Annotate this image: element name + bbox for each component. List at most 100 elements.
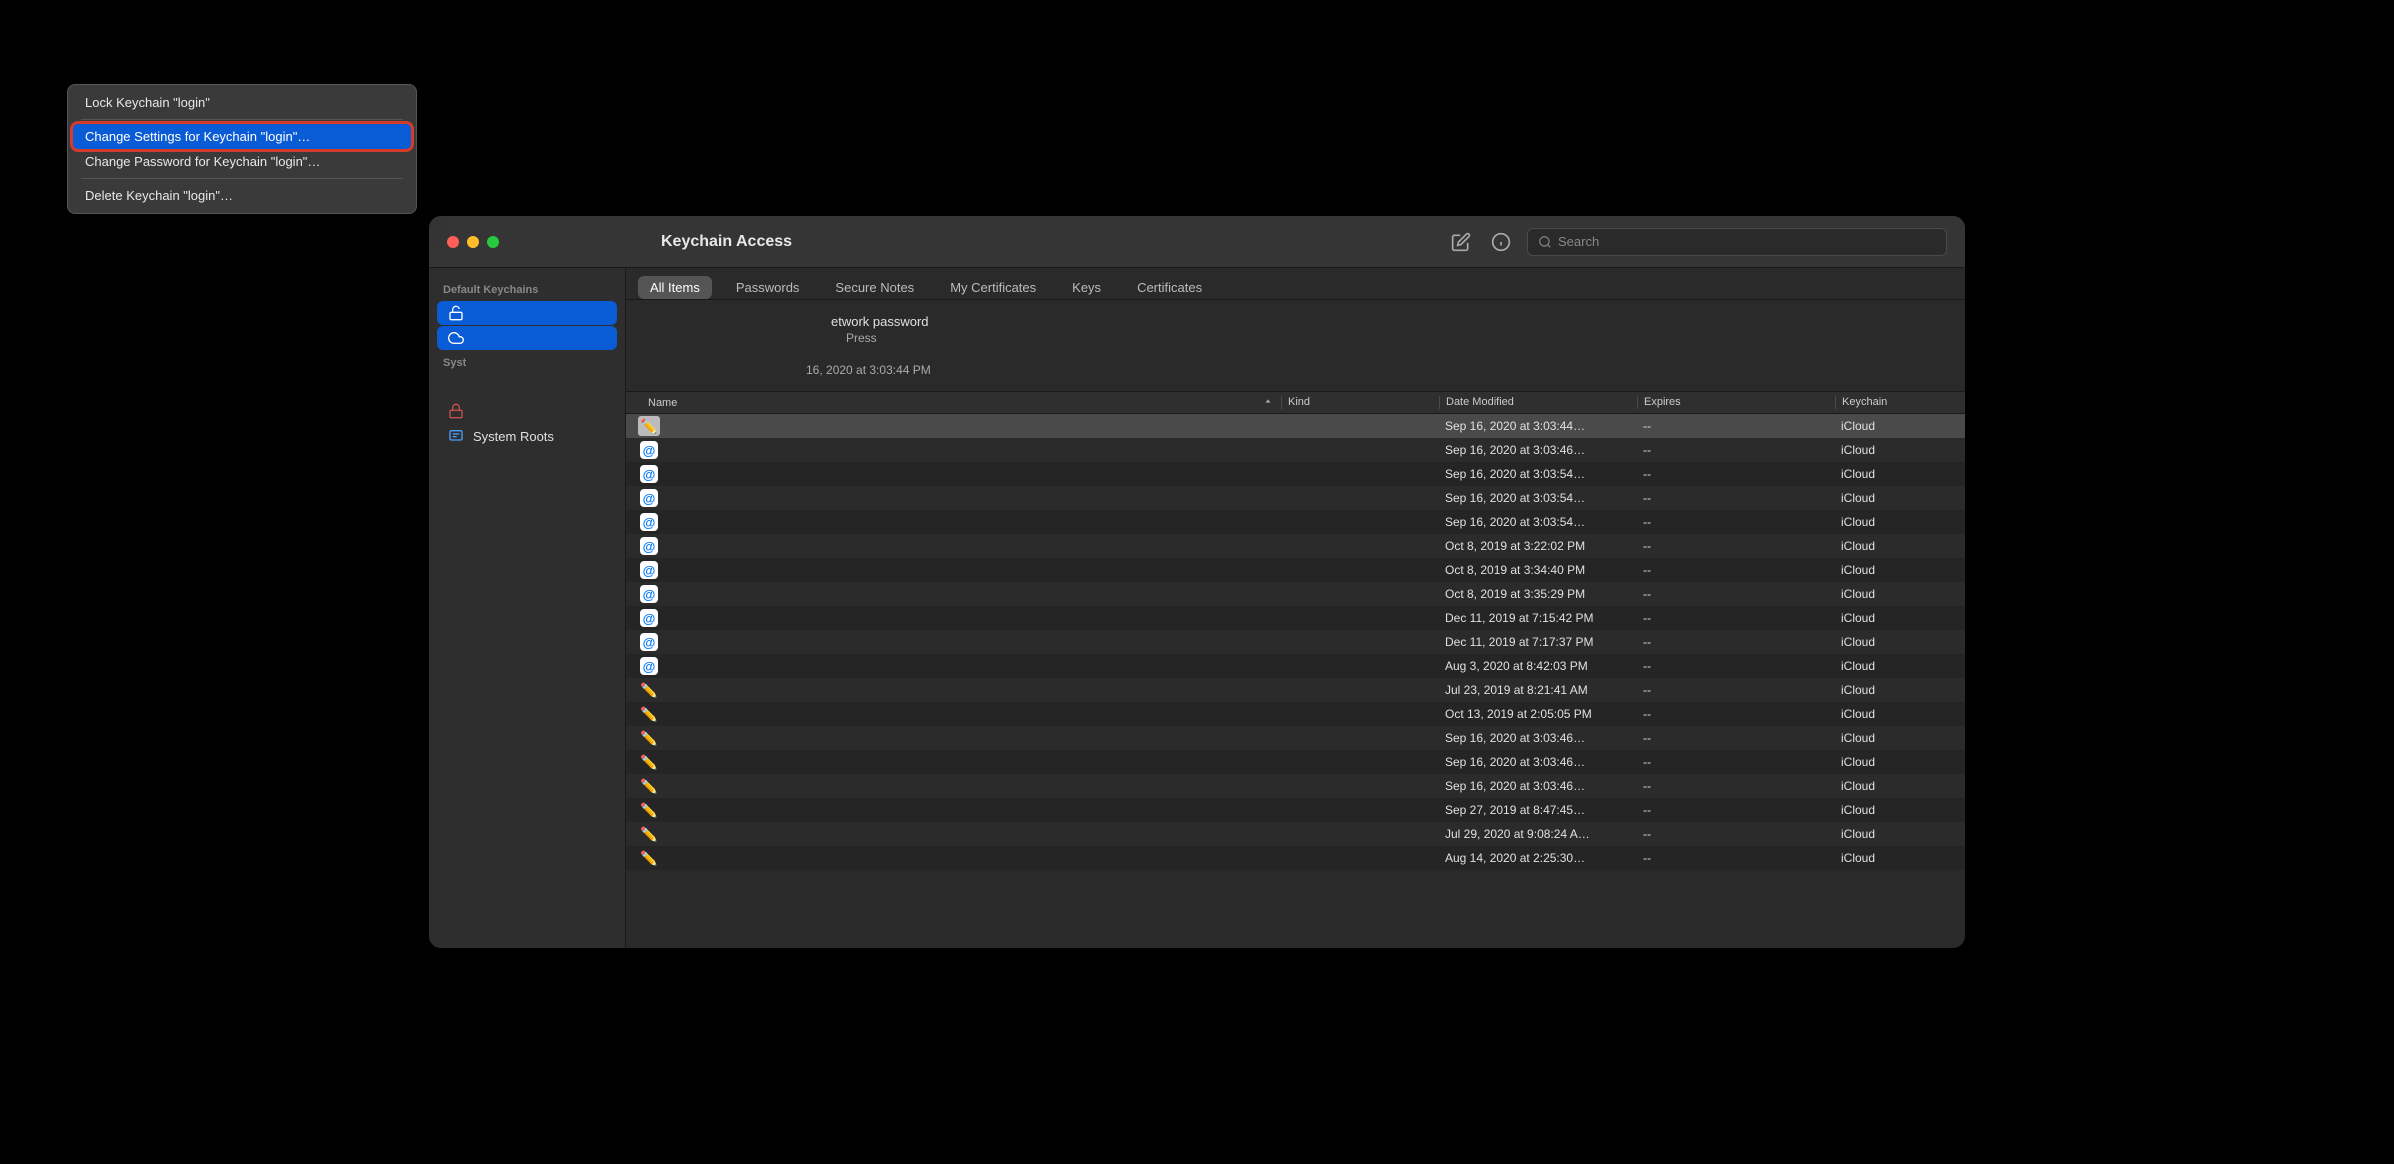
table-row[interactable]: Oct 8, 2019 at 3:22:02 PM--iCloud bbox=[626, 534, 1965, 558]
search-input[interactable] bbox=[1558, 234, 1936, 249]
table-row[interactable]: Aug 14, 2020 at 2:25:30…--iCloud bbox=[626, 846, 1965, 870]
cell-keychain: iCloud bbox=[1835, 539, 1965, 553]
tab-all-items[interactable]: All Items bbox=[638, 276, 712, 299]
content-area: Default Keychains Syst bbox=[429, 268, 1965, 948]
note-icon bbox=[638, 704, 660, 724]
column-kind[interactable]: Kind bbox=[1281, 396, 1439, 409]
maximize-button[interactable] bbox=[487, 236, 499, 248]
at-icon bbox=[638, 584, 660, 604]
table-row[interactable]: Dec 11, 2019 at 7:15:42 PM--iCloud bbox=[626, 606, 1965, 630]
tab-secure-notes[interactable]: Secure Notes bbox=[823, 276, 926, 299]
sidebar-item-system-hidden[interactable] bbox=[437, 399, 617, 423]
table-row[interactable]: Sep 27, 2019 at 8:47:45…--iCloud bbox=[626, 798, 1965, 822]
at-icon bbox=[638, 488, 660, 508]
note-icon bbox=[638, 680, 660, 700]
table-row[interactable]: Sep 16, 2020 at 3:03:46…--iCloud bbox=[626, 438, 1965, 462]
sidebar-item-icloud[interactable] bbox=[437, 326, 617, 350]
table-row[interactable]: Sep 16, 2020 at 3:03:46…--iCloud bbox=[626, 750, 1965, 774]
keychain-window: Keychain Access Default Keychains bbox=[429, 216, 1965, 948]
cell-date-modified: Aug 3, 2020 at 8:42:03 PM bbox=[1439, 659, 1637, 673]
info-icon[interactable] bbox=[1487, 228, 1515, 256]
table-row[interactable]: Oct 8, 2019 at 3:35:29 PM--iCloud bbox=[626, 582, 1965, 606]
cell-date-modified: Sep 27, 2019 at 8:47:45… bbox=[1439, 803, 1637, 817]
tab-passwords[interactable]: Passwords bbox=[724, 276, 812, 299]
table-row[interactable]: Jul 23, 2019 at 8:21:41 AM--iCloud bbox=[626, 678, 1965, 702]
cell-date-modified: Sep 16, 2020 at 3:03:54… bbox=[1439, 515, 1637, 529]
cell-keychain: iCloud bbox=[1835, 827, 1965, 841]
tab-my-certificates[interactable]: My Certificates bbox=[938, 276, 1048, 299]
cell-keychain: iCloud bbox=[1835, 587, 1965, 601]
cell-expires: -- bbox=[1637, 755, 1835, 769]
cell-date-modified: Oct 8, 2019 at 3:35:29 PM bbox=[1439, 587, 1637, 601]
cell-date-modified: Oct 8, 2019 at 3:22:02 PM bbox=[1439, 539, 1637, 553]
cell-keychain: iCloud bbox=[1835, 635, 1965, 649]
info-account: Press bbox=[846, 331, 1945, 345]
note-icon bbox=[638, 800, 660, 820]
table-row[interactable]: Sep 16, 2020 at 3:03:54…--iCloud bbox=[626, 462, 1965, 486]
cell-expires: -- bbox=[1637, 683, 1835, 697]
cell-date-modified: Sep 16, 2020 at 3:03:46… bbox=[1439, 755, 1637, 769]
cell-expires: -- bbox=[1637, 467, 1835, 481]
at-icon bbox=[638, 536, 660, 556]
cell-expires: -- bbox=[1637, 539, 1835, 553]
close-button[interactable] bbox=[447, 236, 459, 248]
search-icon bbox=[1538, 235, 1552, 249]
column-expires[interactable]: Expires bbox=[1637, 396, 1835, 409]
table-row[interactable]: Sep 16, 2020 at 3:03:44…--iCloud bbox=[626, 414, 1965, 438]
table-row[interactable]: Sep 16, 2020 at 3:03:54…--iCloud bbox=[626, 510, 1965, 534]
cloud-icon bbox=[447, 330, 465, 346]
cell-expires: -- bbox=[1637, 803, 1835, 817]
cell-expires: -- bbox=[1637, 587, 1835, 601]
info-modified: 16, 2020 at 3:03:44 PM bbox=[806, 363, 1945, 377]
cell-keychain: iCloud bbox=[1835, 515, 1965, 529]
cell-keychain: iCloud bbox=[1835, 755, 1965, 769]
at-icon bbox=[638, 632, 660, 652]
table-row[interactable]: Sep 16, 2020 at 3:03:46…--iCloud bbox=[626, 774, 1965, 798]
sidebar-item-login[interactable] bbox=[437, 301, 617, 325]
column-date-modified[interactable]: Date Modified bbox=[1439, 396, 1637, 409]
titlebar: Keychain Access bbox=[429, 216, 1965, 268]
table-row[interactable]: Aug 3, 2020 at 8:42:03 PM--iCloud bbox=[626, 654, 1965, 678]
cell-date-modified: Dec 11, 2019 at 7:17:37 PM bbox=[1439, 635, 1637, 649]
cell-date-modified: Aug 14, 2020 at 2:25:30… bbox=[1439, 851, 1637, 865]
cell-keychain: iCloud bbox=[1835, 683, 1965, 697]
cell-date-modified: Oct 8, 2019 at 3:34:40 PM bbox=[1439, 563, 1637, 577]
search-box[interactable] bbox=[1527, 228, 1947, 256]
cell-expires: -- bbox=[1637, 827, 1835, 841]
table-header: Name Kind Date Modified Expires Keychain bbox=[626, 392, 1965, 414]
cell-expires: -- bbox=[1637, 659, 1835, 673]
note-icon bbox=[638, 776, 660, 796]
column-keychain[interactable]: Keychain bbox=[1835, 396, 1965, 409]
sidebar-item-system-roots[interactable]: System Roots bbox=[437, 424, 617, 448]
table-row[interactable]: Oct 8, 2019 at 3:34:40 PM--iCloud bbox=[626, 558, 1965, 582]
column-name[interactable]: Name bbox=[626, 396, 1281, 409]
cell-date-modified: Jul 29, 2020 at 9:08:24 A… bbox=[1439, 827, 1637, 841]
cell-keychain: iCloud bbox=[1835, 419, 1965, 433]
tab-certificates[interactable]: Certificates bbox=[1125, 276, 1214, 299]
cell-date-modified: Jul 23, 2019 at 8:21:41 AM bbox=[1439, 683, 1637, 697]
traffic-lights bbox=[447, 236, 499, 248]
sidebar-item-label: System Roots bbox=[473, 429, 554, 444]
minimize-button[interactable] bbox=[467, 236, 479, 248]
cell-expires: -- bbox=[1637, 707, 1835, 721]
cell-keychain: iCloud bbox=[1835, 803, 1965, 817]
compose-icon[interactable] bbox=[1447, 228, 1475, 256]
cell-expires: -- bbox=[1637, 635, 1835, 649]
cell-expires: -- bbox=[1637, 491, 1835, 505]
cell-keychain: iCloud bbox=[1835, 563, 1965, 577]
table-row[interactable]: Dec 11, 2019 at 7:17:37 PM--iCloud bbox=[626, 630, 1965, 654]
table-row[interactable]: Sep 16, 2020 at 3:03:54…--iCloud bbox=[626, 486, 1965, 510]
cell-expires: -- bbox=[1637, 515, 1835, 529]
info-kind: etwork password bbox=[831, 314, 1945, 329]
sidebar-section-default: Default Keychains bbox=[429, 278, 625, 300]
table-row[interactable]: Jul 29, 2020 at 9:08:24 A…--iCloud bbox=[626, 822, 1965, 846]
cell-expires: -- bbox=[1637, 419, 1835, 433]
cell-keychain: iCloud bbox=[1835, 491, 1965, 505]
table-row[interactable]: Sep 16, 2020 at 3:03:46…--iCloud bbox=[626, 726, 1965, 750]
cell-expires: -- bbox=[1637, 443, 1835, 457]
note-icon bbox=[638, 824, 660, 844]
table-row[interactable]: Oct 13, 2019 at 2:05:05 PM--iCloud bbox=[626, 702, 1965, 726]
cell-keychain: iCloud bbox=[1835, 851, 1965, 865]
tab-keys[interactable]: Keys bbox=[1060, 276, 1113, 299]
sidebar-section-system: Syst bbox=[429, 351, 625, 373]
